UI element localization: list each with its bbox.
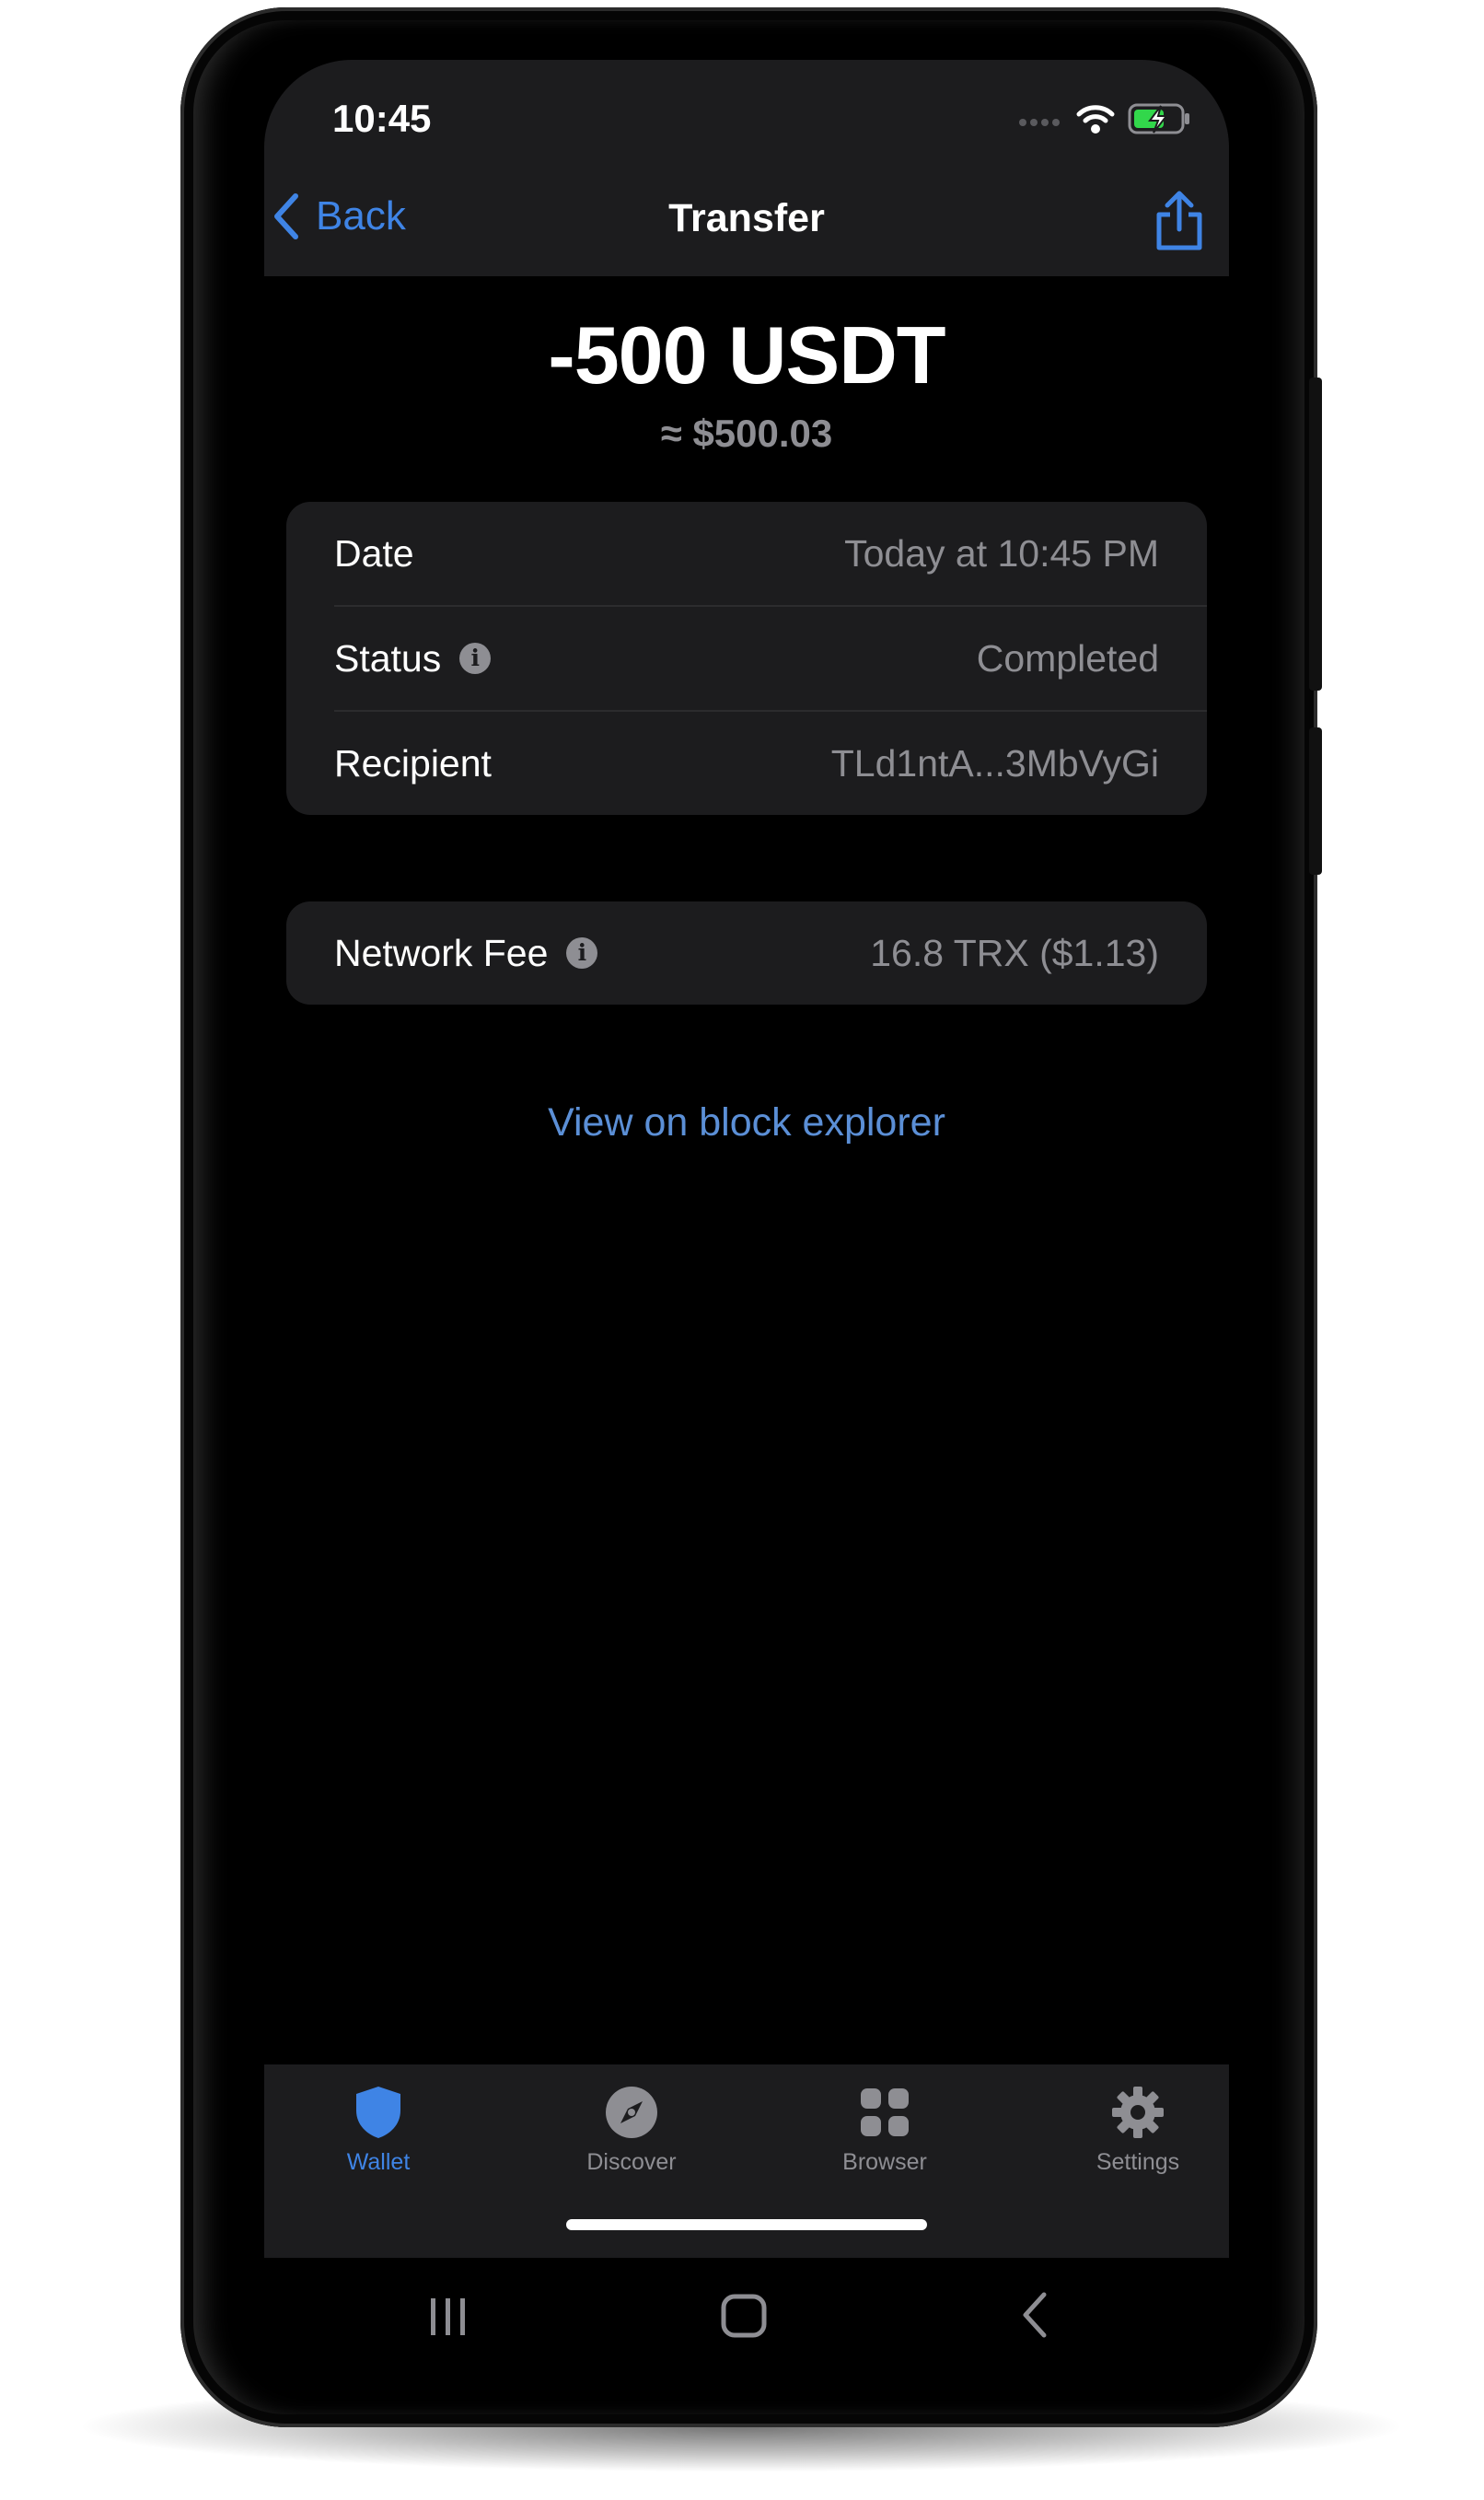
block-explorer-link[interactable]: View on block explorer — [264, 1100, 1229, 1145]
recipient-address[interactable]: TLd1ntA...3MbVyGi — [831, 742, 1159, 785]
status-time: 10:45 — [332, 97, 432, 140]
tab-browser-label: Browser — [842, 2149, 927, 2175]
transfer-amount: -500 USDT — [548, 309, 945, 401]
network-fee-value: 16.8 TRX ($1.13) — [870, 931, 1159, 974]
tab-browser[interactable]: Browser — [793, 2083, 977, 2193]
back-nav-icon[interactable] — [1016, 2282, 1053, 2346]
status-value: Completed — [976, 636, 1159, 680]
status-label-wrap: Status i — [334, 636, 492, 680]
home-icon[interactable] — [718, 2282, 770, 2346]
tab-wallet[interactable]: Wallet — [286, 2083, 470, 2193]
fee-label-wrap: Network Fee i — [334, 931, 598, 975]
tab-discover[interactable]: Discover — [539, 2083, 724, 2193]
tab-settings[interactable]: Settings — [1046, 2083, 1229, 2193]
recipient-row[interactable]: Recipient TLd1ntA...3MbVyGi — [334, 712, 1159, 815]
recent-apps-icon[interactable] — [425, 2282, 471, 2346]
device-mockup: 10:45 Back Transfer -500 USDT ≈ $500.03 … — [0, 0, 1484, 2500]
power-button — [1309, 727, 1322, 875]
cellular-signal-icon — [1019, 119, 1060, 126]
network-fee-row: Network Fee i 16.8 TRX ($1.13) — [334, 901, 1159, 1005]
share-button[interactable] — [1152, 189, 1207, 253]
home-indicator[interactable] — [566, 2219, 927, 2230]
status-icons — [1017, 99, 1192, 139]
page-title: Transfer — [668, 196, 825, 240]
date-label: Date — [334, 531, 414, 575]
shield-icon — [356, 2087, 400, 2138]
date-value: Today at 10:45 PM — [844, 531, 1159, 575]
share-icon — [1156, 191, 1202, 250]
date-row: Date Today at 10:45 PM — [334, 502, 1159, 605]
grid-icon — [861, 2088, 909, 2136]
screen: 10:45 Back Transfer -500 USDT ≈ $500.03 … — [264, 60, 1229, 2314]
status-label: Status — [334, 636, 442, 680]
tab-discover-label: Discover — [586, 2149, 677, 2175]
network-fee-label: Network Fee — [334, 931, 549, 974]
volume-button — [1309, 378, 1322, 691]
header: 10:45 Back Transfer — [264, 60, 1229, 276]
recipient-label: Recipient — [334, 741, 492, 785]
fee-card: Network Fee i 16.8 TRX ($1.13) — [286, 901, 1207, 1005]
gear-icon — [1112, 2087, 1164, 2138]
fiat-value: ≈ $500.03 — [660, 412, 833, 455]
wifi-icon — [1076, 105, 1115, 134]
tab-wallet-label: Wallet — [346, 2149, 411, 2175]
status-row: Status i Completed — [334, 607, 1159, 710]
info-icon[interactable]: i — [459, 643, 492, 674]
info-icon[interactable]: i — [566, 937, 598, 969]
battery-charging-icon — [1128, 103, 1189, 134]
tab-settings-label: Settings — [1096, 2149, 1180, 2175]
details-card: Date Today at 10:45 PM Status i Complete… — [286, 502, 1207, 815]
compass-icon — [606, 2087, 657, 2138]
